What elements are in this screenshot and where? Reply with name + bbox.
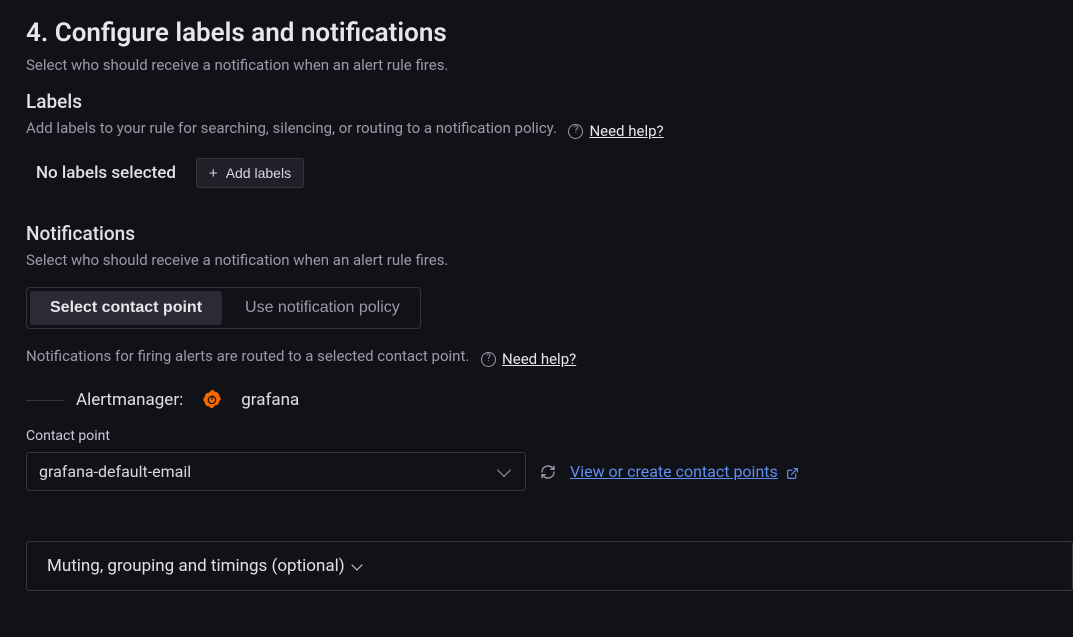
no-labels-text: No labels selected bbox=[36, 163, 176, 183]
divider-line bbox=[26, 400, 64, 401]
contact-point-label: Contact point bbox=[26, 428, 1073, 444]
refresh-icon[interactable] bbox=[540, 464, 556, 480]
toggle-select-contact-point[interactable]: Select contact point bbox=[30, 291, 222, 325]
add-labels-button[interactable]: + Add labels bbox=[196, 158, 304, 188]
section-title: 4. Configure labels and notifications bbox=[26, 18, 1073, 48]
contact-points-link-text: View or create contact points bbox=[570, 462, 778, 481]
notifications-description: Select who should receive a notification… bbox=[26, 251, 448, 269]
chevron-down-icon bbox=[351, 559, 362, 570]
toggle-use-notification-policy[interactable]: Use notification policy bbox=[225, 288, 420, 328]
notifications-help-link[interactable]: Need help? bbox=[502, 350, 576, 368]
grafana-logo-icon bbox=[201, 388, 223, 412]
plus-icon: + bbox=[209, 166, 218, 181]
routed-description: Notifications for firing alerts are rout… bbox=[26, 347, 469, 365]
external-link-icon bbox=[786, 465, 799, 478]
alertmanager-label: Alertmanager: bbox=[76, 390, 183, 410]
help-icon: ? bbox=[568, 124, 583, 139]
labels-description: Add labels to your rule for searching, s… bbox=[26, 119, 557, 137]
labels-heading: Labels bbox=[26, 90, 1073, 113]
help-icon: ? bbox=[481, 352, 496, 367]
notification-mode-toggle: Select contact point Use notification po… bbox=[26, 287, 421, 329]
collapse-title: Muting, grouping and timings (optional) bbox=[47, 556, 345, 576]
contact-point-value: grafana-default-email bbox=[39, 462, 191, 481]
labels-help-link[interactable]: Need help? bbox=[589, 122, 663, 140]
section-description: Select who should receive a notification… bbox=[26, 56, 1073, 74]
notifications-heading: Notifications bbox=[26, 222, 1073, 245]
add-labels-label: Add labels bbox=[226, 165, 291, 181]
chevron-down-icon bbox=[497, 462, 511, 476]
view-create-contact-points-link[interactable]: View or create contact points bbox=[570, 462, 799, 481]
muting-grouping-timings-panel[interactable]: Muting, grouping and timings (optional) bbox=[26, 541, 1073, 591]
contact-point-select[interactable]: grafana-default-email bbox=[26, 452, 526, 491]
alertmanager-name: grafana bbox=[241, 390, 299, 410]
